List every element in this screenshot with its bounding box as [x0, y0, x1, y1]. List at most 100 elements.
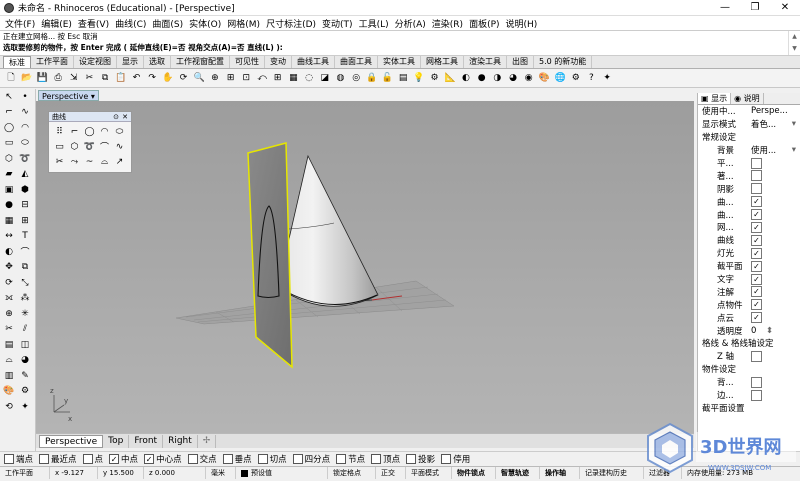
- toolbar-tab-2[interactable]: 设定视图: [74, 56, 117, 68]
- menu-item-12[interactable]: 面板(P): [466, 17, 502, 30]
- unlock-icon[interactable]: 🔓: [381, 71, 395, 85]
- property-value[interactable]: 0: [751, 326, 756, 336]
- menu-item-10[interactable]: 分析(A): [392, 17, 429, 30]
- trim-icon[interactable]: ✂: [52, 154, 67, 169]
- freeform-icon[interactable]: ~: [82, 154, 97, 169]
- osnap-checkbox[interactable]: [187, 454, 198, 464]
- property-checkbox[interactable]: ✓: [751, 222, 762, 234]
- scale-icon[interactable]: ⤡: [18, 276, 32, 290]
- curve-tools-icon[interactable]: ➰: [18, 152, 32, 166]
- menu-item-5[interactable]: 实体(O): [186, 17, 224, 30]
- shaded-sphere-icon[interactable]: ◑: [490, 71, 504, 85]
- property-checkbox[interactable]: ✓: [751, 299, 762, 311]
- toolbar-tab-6[interactable]: 可见性: [230, 56, 265, 68]
- toolbar-tab-0[interactable]: 标准: [3, 56, 31, 68]
- viewport-label-perspective[interactable]: Perspective ▾: [38, 90, 99, 101]
- toolbar-tab-1[interactable]: 工作平面: [31, 56, 74, 68]
- property-checkbox[interactable]: ✓: [751, 286, 762, 298]
- toolbar-tab-11[interactable]: 网格工具: [421, 56, 464, 68]
- ellipse-icon[interactable]: ⬭: [112, 124, 127, 139]
- command-scrollbar[interactable]: ▲ ▼: [788, 31, 800, 55]
- menu-item-2[interactable]: 查看(V): [75, 17, 112, 30]
- close-button[interactable]: ✕: [770, 2, 800, 13]
- show-object-icon[interactable]: ◍: [333, 71, 347, 85]
- osnap-checkbox[interactable]: ✓: [144, 454, 155, 464]
- viewport-scene[interactable]: x y z: [36, 101, 694, 433]
- property-checkbox[interactable]: ✓: [751, 247, 762, 259]
- osnap-9[interactable]: 节点: [336, 453, 365, 465]
- toolbar-tab-12[interactable]: 渲染工具: [464, 56, 507, 68]
- sphere-icon[interactable]: ●: [2, 198, 16, 212]
- osnap-8[interactable]: 四分点: [292, 453, 330, 465]
- undo-icon[interactable]: ↶: [130, 71, 144, 85]
- menu-item-3[interactable]: 曲线(C): [112, 17, 149, 30]
- rotate-view-icon[interactable]: ⟳: [177, 71, 191, 85]
- spinner-icon[interactable]: ⬍: [766, 326, 773, 336]
- join-icon[interactable]: ⊕: [2, 307, 16, 321]
- status-layer[interactable]: 预设值: [236, 467, 328, 479]
- toolbar-tab-10[interactable]: 实体工具: [378, 56, 421, 68]
- layout-icon[interactable]: ▥: [2, 369, 16, 383]
- property-checkbox[interactable]: [751, 350, 762, 362]
- cylinder-icon[interactable]: ⊟: [18, 198, 32, 212]
- osnap-checkbox[interactable]: [222, 454, 233, 464]
- paste-icon[interactable]: 📋: [114, 71, 128, 85]
- help-icon[interactable]: ?: [584, 71, 598, 85]
- text-icon[interactable]: T: [18, 229, 32, 243]
- environment-icon[interactable]: 🌐: [553, 71, 567, 85]
- toolbar-tab-4[interactable]: 选取: [144, 56, 171, 68]
- point-curve-icon[interactable]: ⠿: [52, 124, 67, 139]
- toolbar-tab-13[interactable]: 出图: [507, 56, 534, 68]
- osnap-2[interactable]: 点: [82, 453, 103, 465]
- point-icon[interactable]: •: [18, 90, 32, 104]
- property-checkbox[interactable]: ✓: [751, 209, 762, 221]
- osnap-12[interactable]: 停用: [441, 453, 470, 465]
- undo-view-icon[interactable]: ⤺: [255, 71, 269, 85]
- viewport-tab-front[interactable]: Front: [129, 434, 164, 448]
- four-view-icon[interactable]: ⊞: [271, 71, 285, 85]
- osnap-checkbox[interactable]: [82, 454, 93, 464]
- osnap-checkbox[interactable]: [257, 454, 268, 464]
- fillet-icon[interactable]: ⌒: [18, 245, 32, 259]
- cut-icon[interactable]: ✂: [82, 71, 96, 85]
- property-checkbox[interactable]: [751, 376, 762, 388]
- history-icon[interactable]: ⟲: [2, 400, 16, 414]
- box-icon[interactable]: ▣: [2, 183, 16, 197]
- status-record-history[interactable]: 记录建构历史: [580, 467, 644, 479]
- menu-item-11[interactable]: 渲染(R): [429, 17, 466, 30]
- layer-icon[interactable]: ▤: [396, 71, 410, 85]
- polygon-icon[interactable]: ⬡: [2, 152, 16, 166]
- property-checkbox[interactable]: [751, 170, 762, 182]
- menu-item-9[interactable]: 工具(L): [356, 17, 392, 30]
- mesh-tools-icon[interactable]: ⊞: [18, 214, 32, 228]
- viewport-tab-top[interactable]: Top: [103, 434, 130, 448]
- status-cplane[interactable]: 工作平面: [0, 467, 50, 479]
- boolean-icon[interactable]: ◐: [2, 245, 16, 259]
- close-icon[interactable]: ✕: [122, 112, 128, 122]
- match-properties-icon[interactable]: ⚙: [428, 71, 442, 85]
- extra-icon[interactable]: ✦: [18, 400, 32, 414]
- curve-extend-icon[interactable]: ↗: [112, 154, 127, 169]
- viewport-tab-perspective[interactable]: Perspective: [39, 434, 104, 448]
- hide-object-icon[interactable]: ◎: [349, 71, 363, 85]
- mirror-icon[interactable]: ⟗: [2, 291, 16, 305]
- explode-icon[interactable]: ✳: [18, 307, 32, 321]
- array-icon[interactable]: ⁂: [18, 291, 32, 305]
- cplane-icon[interactable]: ◪: [318, 71, 332, 85]
- osnap-checkbox[interactable]: [4, 454, 14, 464]
- polyline-icon[interactable]: ⌐: [67, 124, 82, 139]
- osnap-checkbox[interactable]: [292, 454, 303, 464]
- property-value[interactable]: 着色...: [751, 118, 776, 130]
- property-checkbox[interactable]: [751, 183, 762, 195]
- material-icon[interactable]: 🎨: [537, 71, 551, 85]
- property-checkbox[interactable]: ✓: [751, 312, 762, 324]
- lock-object-icon[interactable]: 🔒: [365, 71, 379, 85]
- toolbar-tab-14[interactable]: 5.0 的新功能: [534, 56, 593, 68]
- rotate-icon[interactable]: ⟳: [2, 276, 16, 290]
- dropdown-chevron-icon[interactable]: ▾: [792, 119, 796, 129]
- analyze-curvature-icon[interactable]: ⌓: [2, 353, 16, 367]
- menu-item-6[interactable]: 网格(M): [224, 17, 263, 30]
- arc-icon[interactable]: ◠: [18, 121, 32, 135]
- minimize-button[interactable]: —: [710, 2, 740, 13]
- surface-icon[interactable]: ▰: [2, 167, 16, 181]
